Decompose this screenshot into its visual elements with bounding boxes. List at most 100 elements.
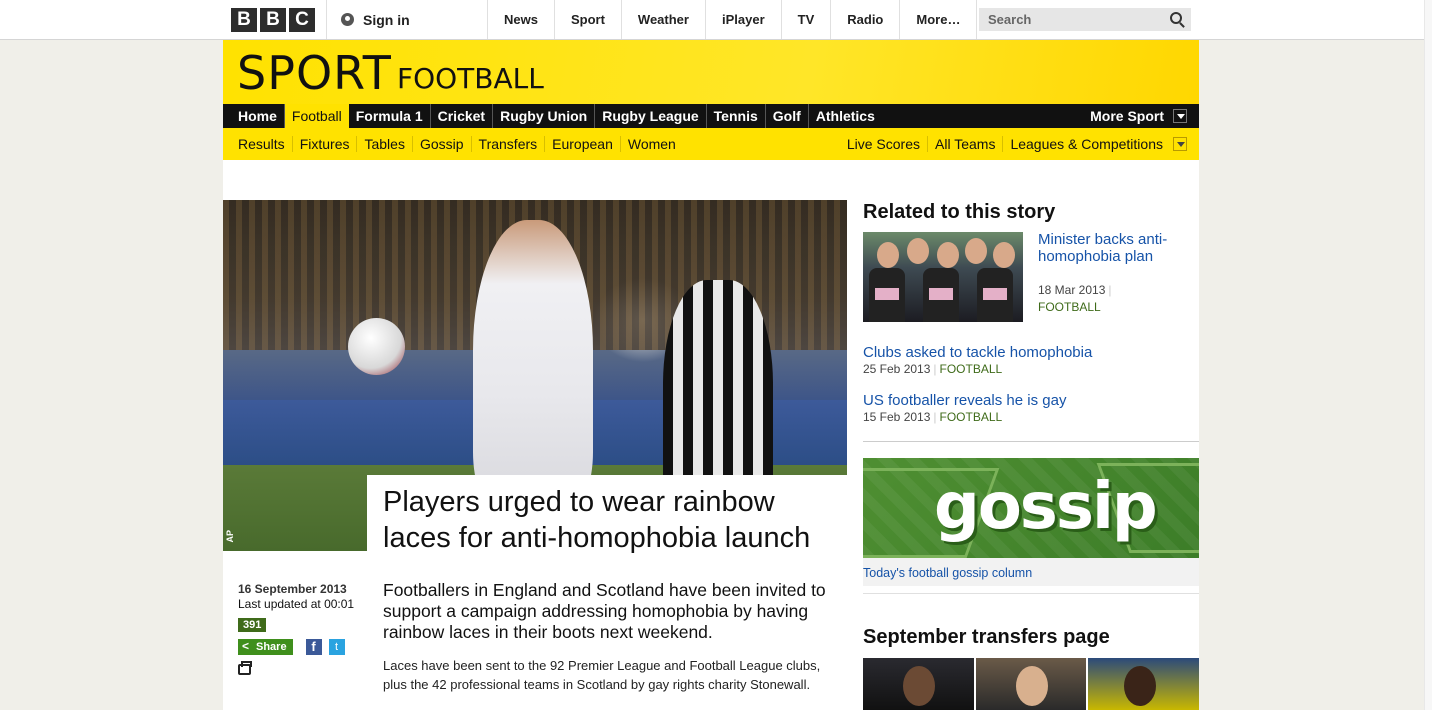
- chevron-down-icon[interactable]: [1173, 109, 1187, 123]
- related-stories-title: Related to this story: [863, 201, 1056, 223]
- gossip-logo-text: gossip: [934, 470, 1158, 544]
- masthead-title[interactable]: SPORT: [237, 46, 392, 100]
- subnav-right-group: Live Scores All Teams Leagues & Competit…: [832, 136, 1199, 152]
- related-meta-3: 15 Feb 2013 | FOOTBALL: [863, 410, 1002, 424]
- nav-formula-1[interactable]: Formula 1: [349, 104, 431, 128]
- logo-letter-b2: B: [260, 8, 286, 32]
- subnav-gossip[interactable]: Gossip: [413, 136, 472, 152]
- share-label: Share: [256, 641, 287, 653]
- user-icon: [341, 13, 354, 26]
- article-date: 16 September 2013: [238, 582, 347, 596]
- article-body-paragraph: Laces have been sent to the 92 Premier L…: [383, 658, 821, 692]
- global-nav-news[interactable]: News: [488, 0, 555, 39]
- player-head: [1124, 666, 1157, 706]
- nav-home[interactable]: Home: [223, 104, 285, 128]
- global-nav-radio[interactable]: Radio: [831, 0, 901, 39]
- related-link-2[interactable]: Clubs asked to tackle homophobia: [863, 344, 1092, 361]
- nav-rugby-league[interactable]: Rugby League: [595, 104, 707, 128]
- share-icon: [242, 639, 252, 653]
- thumb-face: [993, 242, 1015, 268]
- image-credit: AP: [225, 530, 235, 543]
- facebook-icon[interactable]: f: [305, 639, 322, 655]
- global-nav-iplayer[interactable]: iPlayer: [706, 0, 782, 39]
- related-meta-2: 25 Feb 2013 | FOOTBALL: [863, 362, 1002, 376]
- article-last-updated: Last updated at 00:01: [238, 597, 355, 611]
- transfer-photo[interactable]: [863, 658, 974, 710]
- separator: |: [933, 362, 937, 376]
- thumb-face: [965, 238, 987, 264]
- global-nav-sport[interactable]: Sport: [555, 0, 622, 39]
- global-header: B B C Sign in News Sport Weather iPlayer…: [0, 0, 1424, 40]
- transfer-photo[interactable]: [975, 658, 1087, 710]
- thumb-shirt: [977, 268, 1013, 322]
- twitter-icon[interactable]: t: [328, 639, 345, 655]
- related-date-3: 15 Feb 2013: [863, 410, 931, 424]
- player-head: [903, 666, 935, 706]
- bbc-logo[interactable]: B B C: [231, 8, 315, 32]
- global-nav: News Sport Weather iPlayer TV Radio More…: [488, 0, 978, 39]
- related-date-1: 18 Mar 2013 |: [1038, 283, 1112, 297]
- masthead-section[interactable]: FOOTBALL: [397, 62, 544, 95]
- nav-cricket[interactable]: Cricket: [431, 104, 494, 128]
- subnav-live-scores[interactable]: Live Scores: [832, 136, 929, 152]
- more-sport-menu[interactable]: More Sport: [1090, 108, 1199, 124]
- nav-rugby-union[interactable]: Rugby Union: [493, 104, 596, 128]
- transfers-image-strip[interactable]: [863, 658, 1200, 710]
- thumb-face: [907, 238, 929, 264]
- thumb-face: [877, 242, 899, 268]
- subnav-tables[interactable]: Tables: [357, 136, 413, 152]
- related-link-1[interactable]: Minister backs anti-homophobia plan: [1038, 231, 1188, 265]
- comment-count-badge[interactable]: 391: [238, 618, 267, 632]
- divider: [863, 593, 1199, 594]
- subnav-results[interactable]: Results: [223, 136, 293, 152]
- more-sport-label: More Sport: [1090, 108, 1164, 124]
- related-category-2[interactable]: FOOTBALL: [940, 362, 1003, 376]
- print-icon[interactable]: [238, 661, 252, 675]
- nav-golf[interactable]: Golf: [766, 104, 809, 128]
- transfer-photo[interactable]: [1088, 658, 1200, 710]
- subnav-transfers[interactable]: Transfers: [472, 136, 546, 152]
- related-category-1[interactable]: FOOTBALL: [1038, 300, 1101, 314]
- separator: |: [933, 410, 937, 424]
- gossip-caption-link[interactable]: Today's football gossip column: [863, 566, 1032, 580]
- article-intro: Footballers in England and Scotland have…: [383, 580, 826, 642]
- sign-in-label: Sign in: [363, 11, 410, 28]
- thumb-shirt: [923, 268, 959, 322]
- subnav-european[interactable]: European: [545, 136, 621, 152]
- subnav-women[interactable]: Women: [621, 136, 683, 152]
- sport-primary-nav: Home Football Formula 1 Cricket Rugby Un…: [223, 104, 1199, 128]
- subnav-fixtures[interactable]: Fixtures: [293, 136, 358, 152]
- separator: |: [1108, 283, 1112, 297]
- football-ball: [348, 318, 405, 375]
- thumb-face: [937, 242, 959, 268]
- related-thumbnail[interactable]: [863, 232, 1023, 322]
- logo-letter-c: C: [289, 8, 315, 32]
- related-date-2: 25 Feb 2013: [863, 362, 931, 376]
- nav-athletics[interactable]: Athletics: [809, 104, 882, 128]
- nav-tennis[interactable]: Tennis: [707, 104, 766, 128]
- nav-football[interactable]: Football: [284, 104, 349, 128]
- gossip-caption: Today's football gossip column: [863, 558, 1199, 586]
- search-placeholder: Search: [988, 12, 1032, 27]
- global-nav-tv[interactable]: TV: [782, 0, 832, 39]
- search-input[interactable]: Search: [979, 8, 1191, 31]
- player-head: [1015, 666, 1048, 706]
- sign-in-link[interactable]: Sign in: [326, 0, 488, 39]
- chevron-down-icon[interactable]: [1173, 137, 1187, 151]
- related-date-1-text: 18 Mar 2013: [1038, 283, 1106, 297]
- player-white-kit: [473, 220, 593, 510]
- related-category-3[interactable]: FOOTBALL: [940, 410, 1003, 424]
- sport-masthead: SPORT FOOTBALL: [223, 40, 1199, 104]
- page-scrollbar[interactable]: [1424, 0, 1432, 710]
- subnav-all-teams[interactable]: All Teams: [928, 136, 1004, 152]
- related-link-3[interactable]: US footballer reveals he is gay: [863, 392, 1066, 409]
- divider: [863, 441, 1199, 442]
- share-button[interactable]: Share: [238, 639, 293, 655]
- transfers-title: September transfers page: [863, 626, 1110, 648]
- global-nav-weather[interactable]: Weather: [622, 0, 706, 39]
- article-meta: 16 September 2013 Last updated at 00:01 …: [238, 582, 368, 675]
- logo-letter-b1: B: [231, 8, 257, 32]
- search-icon[interactable]: [1170, 12, 1182, 24]
- subnav-leagues[interactable]: Leagues & Competitions: [1003, 136, 1170, 152]
- global-nav-more[interactable]: More…: [900, 0, 978, 39]
